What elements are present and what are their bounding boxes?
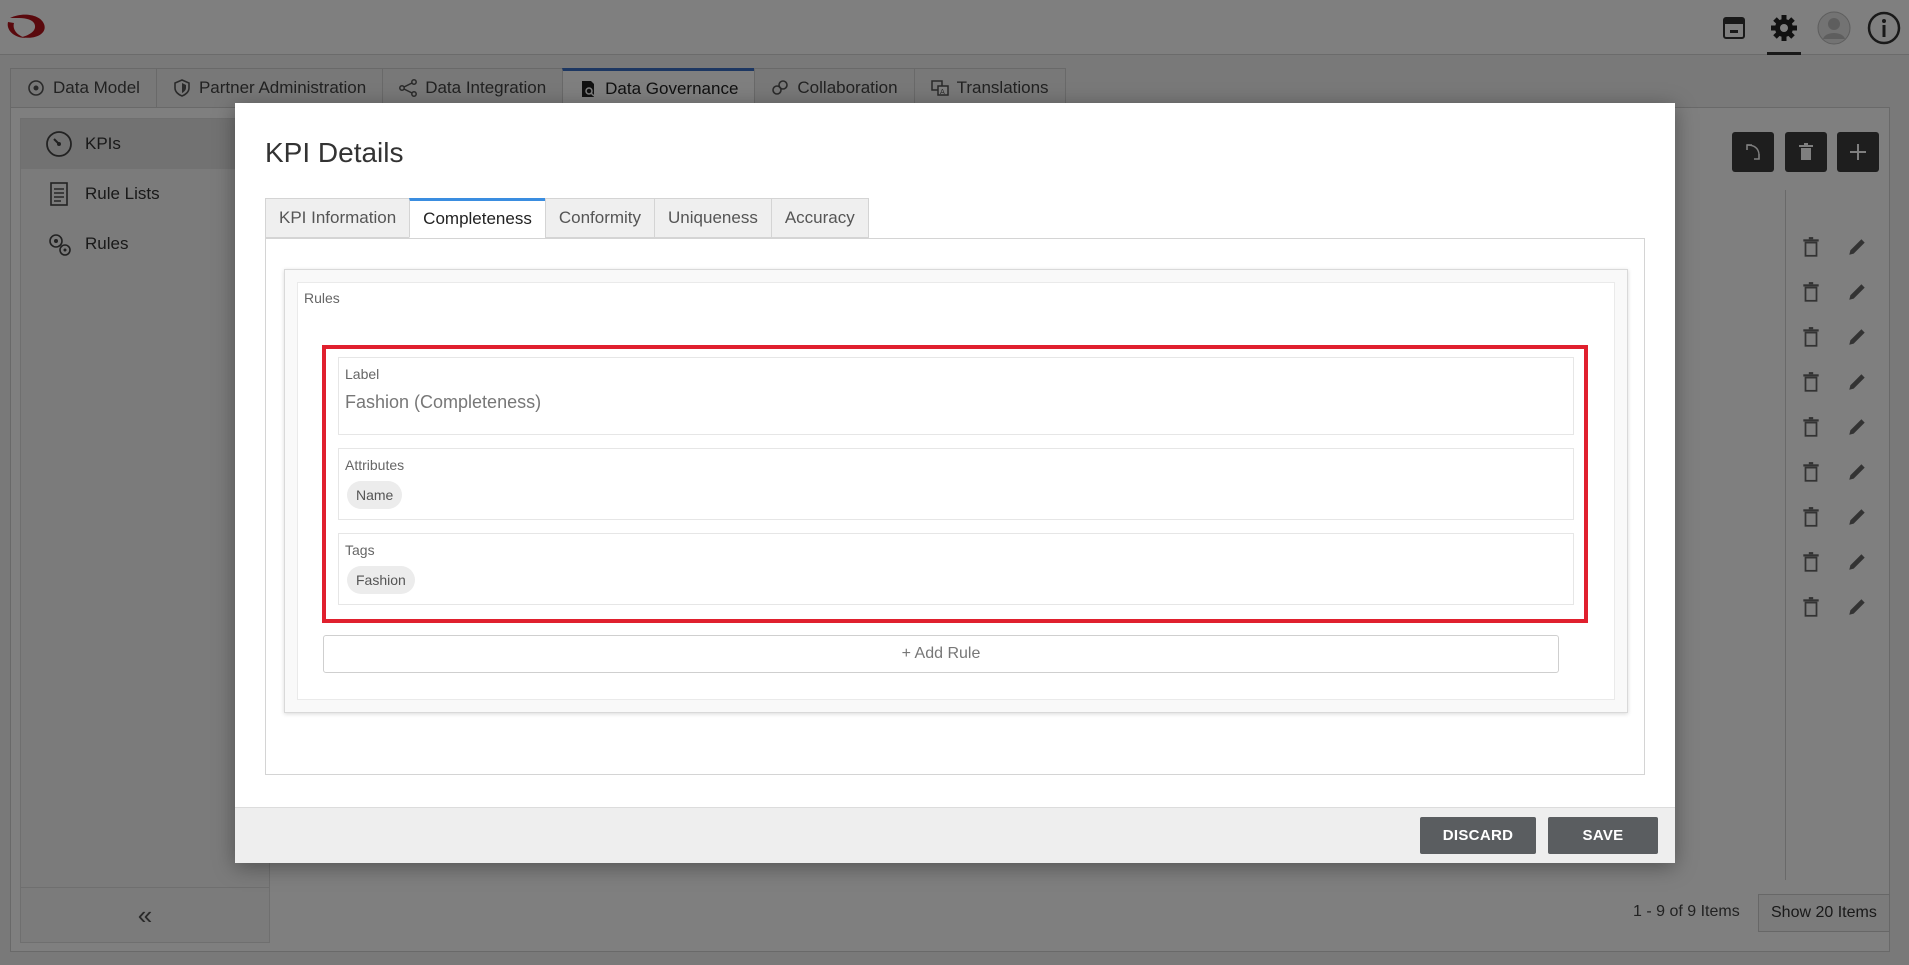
field-label: Tags [345,542,375,558]
tab-kpi-information[interactable]: KPI Information [265,198,410,238]
rule-card: Label Fashion (Completeness) Attributes … [322,345,1588,623]
save-button[interactable]: SAVE [1548,817,1658,854]
tab-completeness[interactable]: Completeness [409,198,545,238]
attribute-chip[interactable]: Name [347,481,403,509]
field-label: Attributes [345,457,405,473]
field-label: Label [345,366,380,382]
tab-uniqueness[interactable]: Uniqueness [654,198,771,238]
rule-tags-field[interactable]: Tags Fashion [338,533,1574,605]
dialog-title: KPI Details [265,137,404,168]
rules-section-label: Rules [304,290,340,306]
rule-label-value[interactable]: Fashion (Completeness) [345,392,541,413]
rule-label-field[interactable]: Label Fashion (Completeness) [338,357,1574,435]
kpi-details-dialog: KPI Details KPI Information Completeness… [235,103,1675,863]
add-rule-button[interactable]: + Add Rule [323,635,1559,673]
tag-chip[interactable]: Fashion [347,566,415,594]
discard-button[interactable]: DISCARD [1420,817,1536,854]
tab-conformity[interactable]: Conformity [544,198,655,238]
rule-attributes-field[interactable]: Attributes Name [338,448,1574,520]
dialog-tabs: KPI Information Completeness Conformity … [265,198,869,238]
dialog-footer: DISCARD SAVE [235,807,1675,863]
rules-container: Rules Label Fashion (Completeness) Attri… [297,282,1615,700]
rules-section: Rules Label Fashion (Completeness) Attri… [284,269,1628,713]
completeness-panel: Rules Label Fashion (Completeness) Attri… [265,238,1645,775]
tab-accuracy[interactable]: Accuracy [770,198,869,238]
